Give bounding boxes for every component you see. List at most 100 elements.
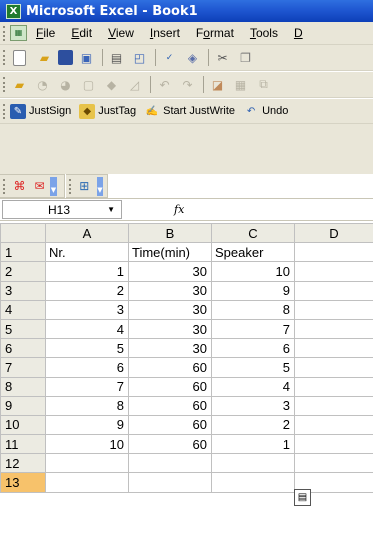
save-icon[interactable] — [58, 50, 73, 65]
toolbar-grip[interactable] — [3, 77, 6, 92]
toolbar-options-dropdown[interactable]: ▼ — [50, 176, 57, 196]
row-header-selected[interactable]: 13 — [0, 472, 46, 493]
row-header[interactable]: 7 — [0, 357, 46, 378]
toolbar-grip[interactable] — [3, 178, 6, 194]
menu-view[interactable]: View — [108, 26, 134, 40]
cell[interactable]: Time(min) — [128, 242, 212, 263]
cell[interactable]: 5 — [45, 338, 129, 359]
workbook-icon[interactable]: ▦ — [10, 25, 27, 41]
review-icon[interactable]: ⊞ — [76, 177, 93, 196]
menu-data[interactable]: D — [294, 26, 303, 40]
cell[interactable] — [294, 376, 373, 397]
print-icon[interactable]: ▤ — [107, 48, 126, 67]
menu-insert[interactable]: Insert — [150, 26, 180, 40]
cell[interactable]: Speaker — [211, 242, 295, 263]
cut-icon[interactable]: ✂ — [213, 48, 232, 67]
name-box[interactable]: H13 ▼ — [2, 200, 122, 219]
cell[interactable]: 7 — [211, 318, 295, 340]
pdf-email-icon[interactable]: ✉ — [30, 177, 49, 196]
box-icon[interactable]: ▢ — [79, 75, 98, 94]
cell[interactable] — [45, 453, 129, 474]
cell[interactable]: 10 — [45, 434, 129, 455]
cell[interactable] — [294, 299, 373, 320]
justtag-button[interactable]: ◆ JustTag — [79, 103, 136, 119]
cell[interactable]: 9 — [211, 280, 295, 301]
row-header[interactable]: 6 — [0, 338, 46, 359]
cell[interactable] — [294, 434, 373, 455]
redo-icon[interactable]: ↷ — [178, 75, 197, 94]
cell[interactable]: 30 — [128, 280, 212, 301]
select-all-corner[interactable] — [0, 222, 46, 244]
column-header-a[interactable]: A — [45, 222, 129, 244]
spelling-icon[interactable]: ✓ — [160, 48, 179, 67]
insert-function-icon[interactable]: fx — [174, 203, 184, 216]
cell[interactable] — [128, 453, 212, 474]
row-header[interactable]: 11 — [0, 434, 46, 455]
row-header[interactable]: 2 — [0, 261, 46, 282]
toolbar-grip[interactable] — [3, 50, 6, 65]
start-justwrite-button[interactable]: ✍ Start JustWrite — [144, 104, 235, 119]
toolbar-options-dropdown[interactable]: ▼ — [96, 176, 103, 196]
toolbar-grip[interactable] — [69, 178, 72, 194]
row-header[interactable]: 5 — [0, 318, 46, 340]
cell[interactable]: 6 — [45, 357, 129, 378]
cell[interactable]: 8 — [211, 299, 295, 320]
cell[interactable] — [211, 472, 295, 493]
cell[interactable]: 10 — [211, 261, 295, 282]
row-header[interactable]: 1 — [0, 242, 46, 263]
row-header[interactable]: 3 — [0, 280, 46, 301]
cell[interactable]: 60 — [128, 357, 212, 378]
cell[interactable]: 4 — [211, 376, 295, 397]
cell[interactable]: 1 — [211, 434, 295, 455]
chart-wizard-icon[interactable]: ◿ — [125, 75, 144, 94]
cell[interactable] — [211, 453, 295, 474]
cell[interactable]: 3 — [45, 299, 129, 320]
cell[interactable]: 2 — [45, 280, 129, 301]
name-box-dropdown-icon[interactable]: ▼ — [107, 205, 115, 214]
row-header[interactable]: 4 — [0, 299, 46, 320]
insert-object-icon[interactable]: ▦ — [231, 75, 250, 94]
toolbar-grip[interactable] — [3, 25, 6, 41]
menu-edit[interactable]: Edit — [71, 26, 92, 40]
highlight-icon[interactable]: ◪ — [208, 75, 227, 94]
cell[interactable] — [128, 472, 212, 493]
cell[interactable]: 60 — [128, 434, 212, 455]
permission-icon[interactable]: ▣ — [77, 48, 96, 67]
cell[interactable]: 5 — [211, 357, 295, 378]
cell[interactable]: 30 — [128, 261, 212, 282]
cell[interactable] — [294, 318, 373, 340]
cell[interactable] — [294, 280, 373, 301]
cell[interactable]: 60 — [128, 395, 212, 416]
cell[interactable]: 30 — [128, 318, 212, 340]
cell[interactable] — [294, 453, 373, 474]
menu-format[interactable]: Format — [196, 26, 234, 40]
cell[interactable] — [294, 395, 373, 416]
cell[interactable]: 9 — [45, 414, 129, 436]
cell[interactable] — [294, 357, 373, 378]
open-folder-icon[interactable]: ▰ — [35, 48, 54, 67]
column-header-c[interactable]: C — [211, 222, 295, 244]
print-preview-icon[interactable]: ◰ — [130, 48, 149, 67]
cell[interactable]: 8 — [45, 395, 129, 416]
row-header[interactable]: 8 — [0, 376, 46, 397]
attach-icon[interactable]: ⧉ — [254, 75, 273, 94]
cell[interactable] — [294, 414, 373, 436]
shape-icon[interactable]: ◆ — [102, 75, 121, 94]
justsign-button[interactable]: ✎ JustSign — [10, 103, 71, 119]
pdf-convert-icon[interactable]: ⌘ — [10, 177, 29, 196]
refresh-all-icon[interactable]: ◕ — [56, 75, 75, 94]
cell[interactable]: 4 — [45, 318, 129, 340]
toolbar-grip[interactable] — [3, 103, 6, 119]
formula-input[interactable] — [184, 200, 373, 219]
cell[interactable]: 6 — [211, 338, 295, 359]
copy-icon[interactable]: ❐ — [236, 48, 255, 67]
column-header-d[interactable]: D — [294, 222, 373, 244]
cell[interactable]: 3 — [211, 395, 295, 416]
cell[interactable]: 1 — [45, 261, 129, 282]
cell[interactable]: 30 — [128, 299, 212, 320]
menu-file[interactable]: File — [36, 26, 55, 40]
cell[interactable] — [294, 338, 373, 359]
row-header[interactable]: 9 — [0, 395, 46, 416]
cell[interactable] — [45, 472, 129, 493]
research-icon[interactable]: ◈ — [183, 48, 202, 67]
